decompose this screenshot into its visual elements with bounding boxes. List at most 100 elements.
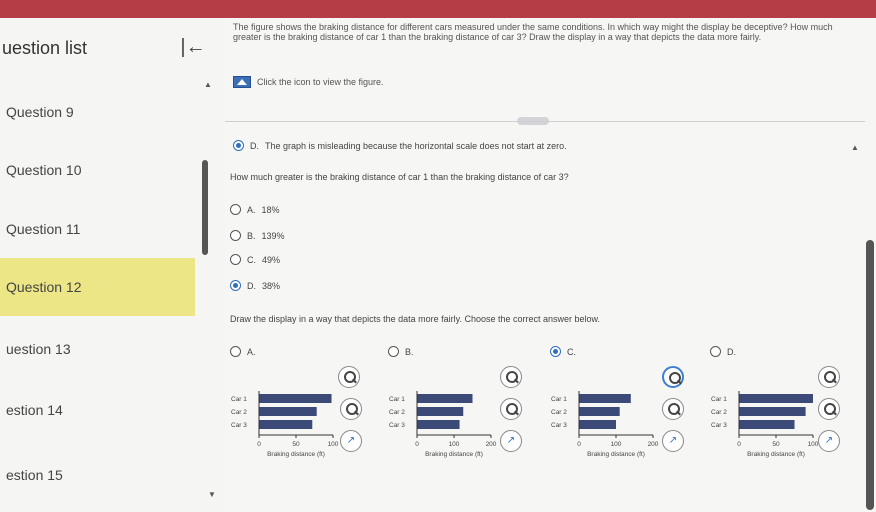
x-tick-label: 0 [737, 441, 741, 448]
collapse-left-icon[interactable]: |← [178, 34, 208, 60]
bar [259, 407, 317, 416]
x-tick-label: 100 [449, 441, 460, 448]
sidebar-item-question-11[interactable]: Question 11 [0, 200, 195, 258]
graph-option-a-chart: Car 1 Car 2 Car 3 0 50 100Braking distance (f… [231, 391, 339, 458]
external-link-icon[interactable]: ↗ [818, 430, 840, 452]
sidebar-item-question-15[interactable]: estion 15 [0, 446, 195, 504]
main-scroll-up-icon[interactable]: ▲ [851, 143, 859, 152]
sidebar-scroll-down-icon[interactable]: ▼ [208, 490, 216, 499]
bar [417, 420, 460, 429]
radio-selected-icon[interactable] [230, 280, 241, 291]
x-tick-label: 200 [648, 441, 659, 448]
option-b[interactable]: B. 139% [230, 230, 285, 241]
zoom-icon[interactable] [500, 398, 522, 420]
car-label: Car 3 [551, 422, 567, 429]
question-panel: The figure shows the braking distance fo… [225, 18, 876, 512]
x-tick-label: 200 [486, 441, 497, 448]
previous-answer: D. The graph is misleading because the h… [233, 140, 567, 151]
option-letter: C. [247, 254, 256, 265]
graph-option-b[interactable]: B. Car 1 Car 2 Car 3 0 100 200 Braking distanc… [383, 346, 543, 476]
car-label: Car 2 [711, 409, 727, 416]
external-link-icon[interactable]: ↗ [340, 430, 362, 452]
option-text: 18% [261, 204, 280, 215]
zoom-icon[interactable] [818, 398, 840, 420]
question-list-sidebar: uestion list |← ▲ Question 9 Question 10… [0, 18, 225, 512]
sidebar-scrollbar[interactable] [202, 160, 208, 255]
car-label: Car 1 [551, 396, 567, 403]
bar [259, 394, 332, 403]
radio-icon[interactable] [230, 254, 241, 265]
option-letter: D. [247, 280, 256, 291]
top-header-bar [0, 0, 876, 18]
graph-option-letter: A. [247, 346, 256, 357]
x-tick-label: 0 [257, 441, 261, 448]
graph-option-letter: D. [727, 346, 736, 357]
radio-icon[interactable] [230, 230, 241, 241]
bar [739, 420, 795, 429]
divider [225, 121, 865, 122]
bar [417, 394, 473, 403]
bar [259, 420, 313, 429]
part3-question-text: Draw the display in a way that depicts t… [230, 314, 601, 324]
car-label: Car 1 [711, 396, 727, 403]
radio-selected-icon[interactable] [550, 346, 561, 357]
main-scrollbar[interactable] [866, 240, 874, 510]
car-label: Car 3 [231, 422, 247, 429]
sidebar-item-question-12[interactable]: Question 12 [0, 258, 195, 316]
option-a[interactable]: A. 18% [230, 204, 280, 215]
sidebar-item-question-13[interactable]: uestion 13 [0, 320, 195, 378]
figure-link-text: Click the icon to view the figure. [257, 77, 384, 87]
radio-icon[interactable] [710, 346, 721, 357]
external-link-icon[interactable]: ↗ [500, 430, 522, 452]
sidebar-item-question-14[interactable]: estion 14 [0, 381, 195, 439]
graph-option-letter: B. [405, 346, 414, 357]
radio-icon[interactable] [388, 346, 399, 357]
zoom-icon[interactable] [662, 366, 684, 388]
option-text: 49% [262, 254, 281, 265]
sidebar-item-question-10[interactable]: Question 10 [0, 141, 195, 199]
x-axis-label: Braking distance (ft) [587, 451, 645, 458]
previous-answer-text: The graph is misleading because the hori… [265, 140, 567, 151]
x-axis-label: Braking distance (ft) [747, 451, 805, 458]
zoom-icon[interactable] [338, 366, 360, 388]
x-tick-label: 100 [328, 441, 339, 448]
zoom-icon[interactable] [662, 398, 684, 420]
sidebar-item-question-9[interactable]: Question 9 [0, 83, 195, 141]
option-letter: B. [247, 230, 256, 241]
x-tick-label: 50 [772, 441, 780, 448]
bar [739, 394, 813, 403]
option-text: 139% [261, 230, 285, 241]
bar [579, 407, 620, 416]
x-tick-label: 100 [611, 441, 622, 448]
car-label: Car 2 [551, 409, 567, 416]
car-label: Car 2 [231, 409, 247, 416]
car-label: Car 1 [389, 396, 405, 403]
radio-icon[interactable] [230, 346, 241, 357]
option-text: 38% [262, 280, 281, 291]
option-c[interactable]: C. 49% [230, 254, 280, 265]
external-link-icon[interactable]: ↗ [662, 430, 684, 452]
x-tick-label: 0 [577, 441, 581, 448]
option-letter: A. [247, 204, 256, 215]
zoom-icon[interactable] [340, 398, 362, 420]
graph-option-letter: C. [567, 346, 576, 357]
car-label: Car 3 [711, 422, 727, 429]
x-tick-label: 0 [415, 441, 419, 448]
zoom-icon[interactable] [500, 366, 522, 388]
graph-option-a[interactable]: A. Car 1 Car 2 Car 3 0 50 100 Braking distance… [225, 346, 385, 476]
sidebar-scroll-up-icon[interactable]: ▲ [204, 80, 212, 89]
bar [739, 407, 806, 416]
option-d[interactable]: D. 38% [230, 280, 280, 291]
zoom-icon[interactable] [818, 366, 840, 388]
graph-option-d[interactable]: D. Car 1 Car 2 Car 3 0 50 100 Braking distance… [705, 346, 865, 476]
image-icon[interactable] [233, 76, 251, 88]
car-label: Car 2 [389, 409, 405, 416]
radio-icon[interactable] [230, 204, 241, 215]
sidebar-title: uestion list [2, 38, 88, 58]
previous-answer-letter: D. [250, 140, 259, 151]
graph-option-c[interactable]: C. Car 1 Car 2 Car 3 0 100 200 Braking distanc… [545, 346, 705, 476]
car-label: Car 1 [231, 396, 247, 403]
x-tick-label: 50 [292, 441, 300, 448]
x-axis-label: Braking distance (ft) [267, 451, 325, 458]
figure-link[interactable]: Click the icon to view the figure. [233, 76, 384, 88]
